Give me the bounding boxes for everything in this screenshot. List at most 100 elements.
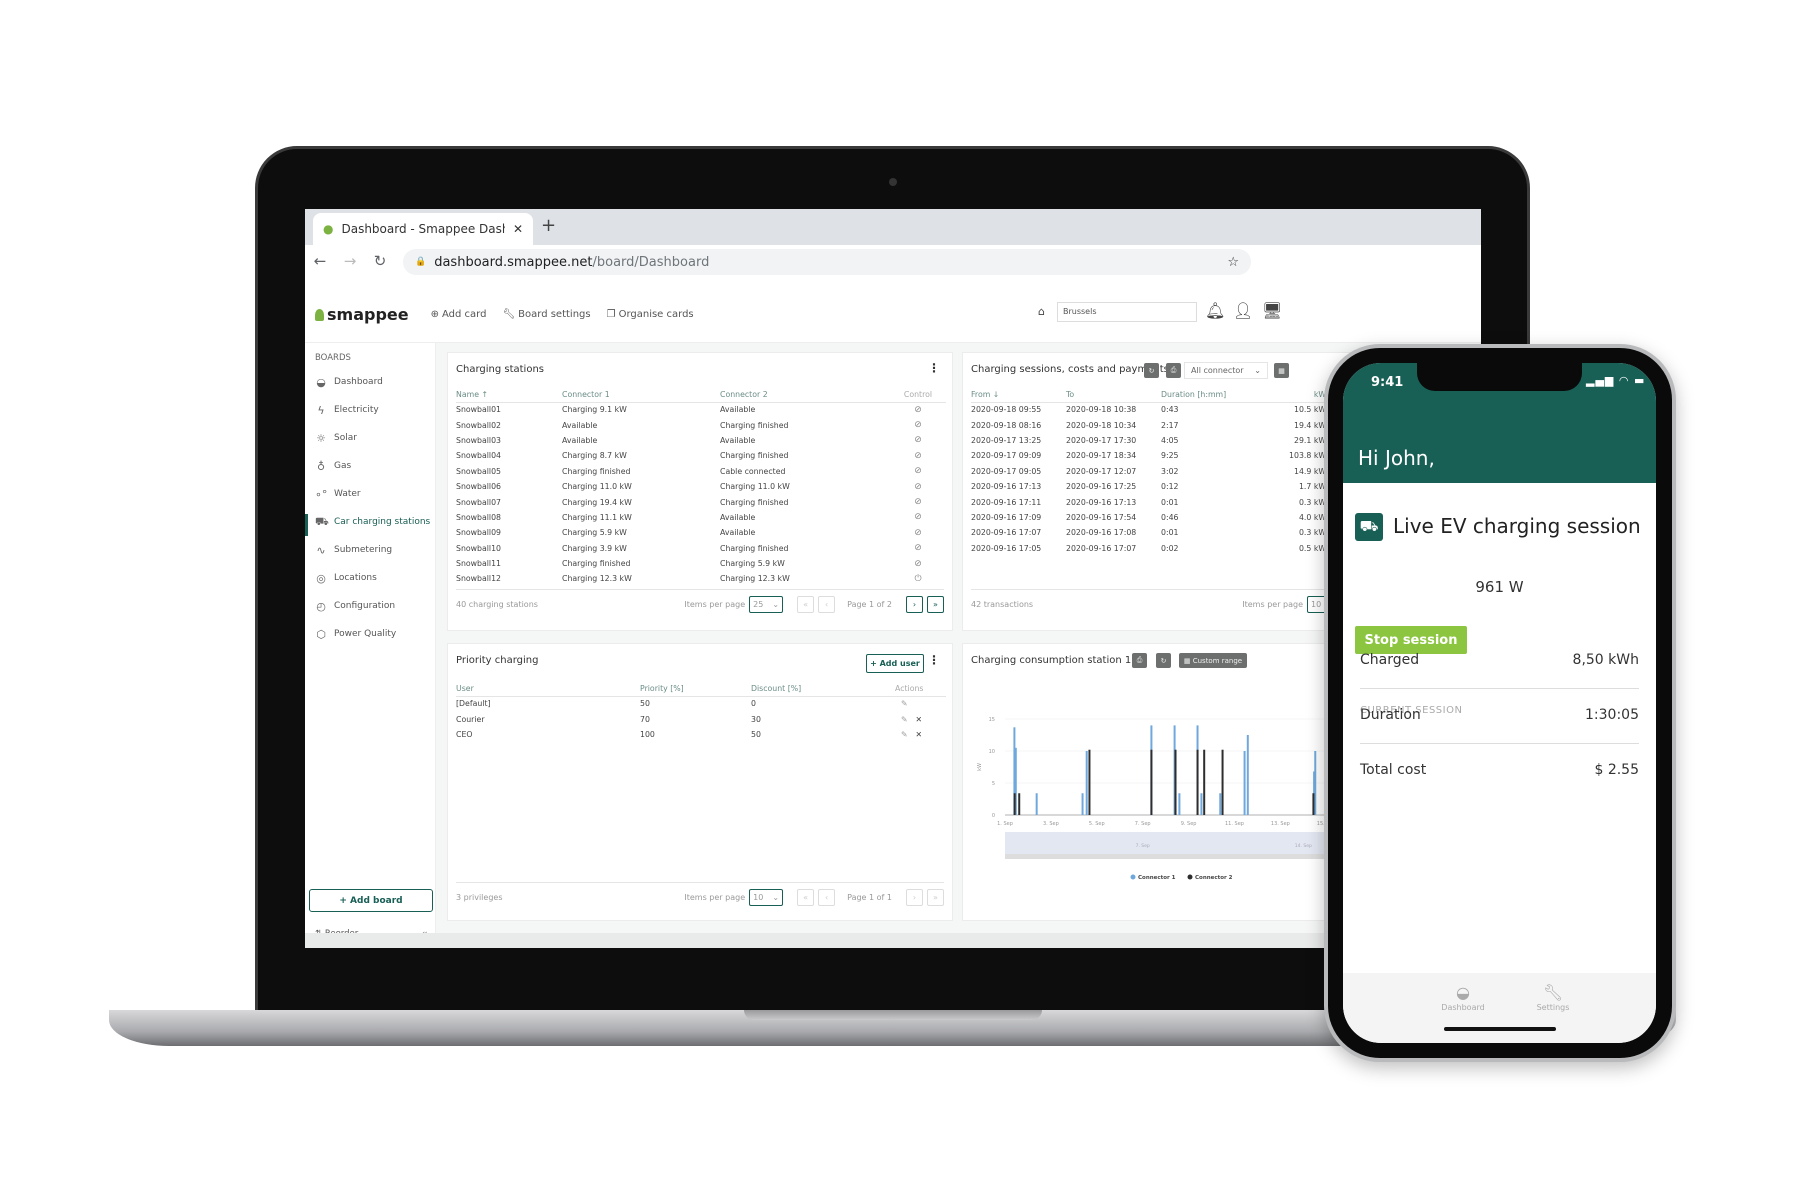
connector-2-bar xyxy=(1174,749,1177,815)
last-page-button[interactable]: » xyxy=(927,596,944,613)
table-row[interactable]: 2020-09-17 09:09 2020-09-17 18:34 9:25 103.… xyxy=(971,448,1331,463)
disabled-icon[interactable]: ⊘ xyxy=(890,525,946,540)
table-row[interactable]: Snowball04 Charging 8.7 kW Charging finish… xyxy=(456,448,946,463)
more-options-icon[interactable]: ⋮ xyxy=(928,361,940,375)
table-row[interactable]: Snowball10 Charging 3.9 kW Charging finish… xyxy=(456,541,946,556)
sidebar-item-locations[interactable]: ◎ Locations xyxy=(315,570,377,586)
sidebar-item-submetering[interactable]: ∿ Submetering xyxy=(315,542,392,558)
forward-icon[interactable]: → xyxy=(335,252,365,270)
prev-page-button[interactable]: ‹ xyxy=(818,889,836,906)
next-page-button[interactable]: › xyxy=(906,596,923,613)
refresh-icon[interactable]: ↻ xyxy=(1144,363,1159,378)
items-per-page-select[interactable]: 10 ⌄ xyxy=(749,889,784,906)
more-options-icon[interactable]: ⋮ xyxy=(928,653,940,667)
table-row[interactable]: Snowball09 Charging 5.9 kW Available ⊘ xyxy=(456,525,946,540)
connector-filter-select[interactable]: All connector ⌄ xyxy=(1184,362,1268,379)
smappee-logo[interactable]: smappee xyxy=(315,305,409,324)
board-settings-button[interactable]: 🔧︎ Board settings xyxy=(502,309,590,320)
location-select[interactable]: Brussels xyxy=(1057,302,1197,322)
priority-charging-card: Priority charging + Add user ⋮ User Prio… xyxy=(447,643,953,921)
edit-icon[interactable]: ✎ xyxy=(901,730,908,739)
table-row[interactable]: Snowball11 Charging finished Charging 5.9 … xyxy=(456,556,946,571)
sidebar-item-car-charging-stations[interactable]: ⛟ Car charging stations xyxy=(315,514,430,530)
table-row[interactable]: Snowball12 Charging 12.3 kW Charging 12.3 … xyxy=(456,571,946,586)
table-row[interactable]: Snowball07 Charging 19.4 kW Charging finis… xyxy=(456,494,946,509)
table-row[interactable]: 2020-09-16 17:09 2020-09-16 17:54 0:46 4.0 … xyxy=(971,510,1331,525)
location-pin-icon: ◎ xyxy=(316,571,326,585)
table-row[interactable]: Snowball06 Charging 11.0 kW Charging 11.0 … xyxy=(456,479,946,494)
sidebar-item-water[interactable]: ∘° Water xyxy=(315,486,361,502)
table-row[interactable]: 2020-09-18 09:55 2020-09-18 10:38 0:43 10.5… xyxy=(971,402,1331,417)
y-tick-label: 0 xyxy=(992,813,995,819)
table-row[interactable]: 2020-09-18 08:16 2020-09-18 10:34 2:17 19.4… xyxy=(971,417,1331,432)
first-page-button[interactable]: « xyxy=(797,596,815,613)
sidebar-item-electricity[interactable]: ϟ Electricity xyxy=(315,402,378,418)
disabled-icon[interactable]: ⊘ xyxy=(890,417,946,432)
table-row[interactable]: Snowball08 Charging 11.1 kW Available ⊘ xyxy=(456,510,946,525)
user-icon[interactable]: 👤︎ xyxy=(1233,301,1253,320)
disabled-icon[interactable]: ⊘ xyxy=(890,556,946,571)
disabled-icon[interactable]: ⊘ xyxy=(890,494,946,509)
prev-page-button[interactable]: ‹ xyxy=(818,596,836,613)
favicon-icon: ● xyxy=(323,222,334,236)
first-page-button[interactable]: « xyxy=(797,889,815,906)
tab-settings[interactable]: 🔧︎ Settings xyxy=(1518,983,1588,1012)
items-per-page-select[interactable]: 25 ⌄ xyxy=(749,596,784,613)
table-row[interactable]: 2020-09-16 17:07 2020-09-16 17:08 0:01 0.3 … xyxy=(971,525,1331,540)
table-row[interactable]: Snowball02 Available Charging finished ⊘ xyxy=(456,417,946,432)
table-row[interactable]: 2020-09-16 17:13 2020-09-16 17:25 0:12 1.7 … xyxy=(971,479,1331,494)
monitor-icon[interactable]: 🖥︎ xyxy=(1262,301,1282,320)
disabled-icon[interactable]: ⊘ xyxy=(890,464,946,479)
edit-icon[interactable]: ✎ xyxy=(901,699,908,708)
home-icon[interactable]: ⌂ xyxy=(1038,305,1045,318)
sidebar-item-dashboard[interactable]: ◒ Dashboard xyxy=(315,374,383,390)
disabled-icon[interactable]: ⊘ xyxy=(890,541,946,556)
calendar-icon[interactable]: ▦ xyxy=(1274,363,1289,378)
phone-screen: 9:41 ▂▄▆ ◠ ▬ Hi John, ⛟ Live EV charging… xyxy=(1343,363,1656,1043)
new-tab-icon[interactable]: + xyxy=(541,215,556,236)
add-board-button[interactable]: + Add board xyxy=(309,889,433,912)
delete-icon[interactable]: ✕ xyxy=(916,730,923,739)
disabled-icon[interactable]: ⊘ xyxy=(890,433,946,448)
column-header-name[interactable]: Name ↑ xyxy=(456,388,562,403)
sessions-table: From ↓ To Duration [h:mm] kWh 2020-09-18… xyxy=(971,388,1331,556)
next-page-button[interactable]: › xyxy=(906,889,923,906)
table-row[interactable]: Snowball05 Charging finished Cable connect… xyxy=(456,464,946,479)
disabled-icon[interactable]: ⊘ xyxy=(890,479,946,494)
column-header-discount: Discount [%] xyxy=(751,682,895,697)
export-icon[interactable]: ⎙ xyxy=(1166,363,1181,378)
table-row[interactable]: 2020-09-16 17:11 2020-09-16 17:13 0:01 0.3 … xyxy=(971,494,1331,509)
table-row[interactable]: 2020-09-16 17:05 2020-09-16 17:07 0:02 0.5 … xyxy=(971,541,1331,556)
connector-1-status: Charging 5.9 kW xyxy=(562,528,627,538)
sidebar-item-gas[interactable]: ♁ Gas xyxy=(315,458,351,474)
disabled-icon[interactable]: ⊘ xyxy=(890,448,946,463)
phone-notch xyxy=(1417,363,1582,391)
table-row[interactable]: 2020-09-17 09:05 2020-09-17 12:07 3:02 14.9… xyxy=(971,464,1331,479)
sidebar-item-solar[interactable]: ☼ Solar xyxy=(315,430,357,446)
close-tab-icon[interactable]: ✕ xyxy=(513,222,523,236)
table-row: Courier 70 30 ✎ ✕ xyxy=(456,711,946,726)
organise-cards-button[interactable]: ❐ Organise cards xyxy=(607,309,694,320)
browser-tab[interactable]: ● Dashboard - Smappee Dashbo ✕ xyxy=(313,213,533,245)
power-icon[interactable]: ⏻ xyxy=(890,571,946,586)
disabled-icon[interactable]: ⊘ xyxy=(890,402,946,417)
bookmark-star-icon[interactable]: ☆ xyxy=(1227,255,1239,270)
table-row[interactable]: Snowball01 Charging 9.1 kW Available ⊘ xyxy=(456,402,946,417)
sidebar-item-power-quality[interactable]: ⬡ Power Quality xyxy=(315,626,396,642)
delete-icon[interactable]: ✕ xyxy=(916,715,923,724)
column-header-kwh: kWh xyxy=(1271,388,1331,403)
back-icon[interactable]: ← xyxy=(305,252,335,270)
table-row[interactable]: 2020-09-17 13:25 2020-09-17 17:30 4:05 29.1… xyxy=(971,433,1331,448)
add-user-button[interactable]: + Add user xyxy=(866,654,924,673)
table-row[interactable]: Snowball03 Available Available ⊘ xyxy=(456,433,946,448)
notification-bell-icon[interactable]: 🔔︎ xyxy=(1205,301,1225,320)
address-bar[interactable]: 🔒 dashboard.smappee.net/board/Dashboard … xyxy=(403,249,1251,275)
disabled-icon[interactable]: ⊘ xyxy=(890,510,946,525)
column-header-from[interactable]: From ↓ xyxy=(971,388,1066,403)
tab-dashboard[interactable]: ◒ Dashboard xyxy=(1428,983,1498,1012)
reload-icon[interactable]: ↻ xyxy=(365,252,395,270)
add-card-button[interactable]: ⊕ Add card xyxy=(431,309,487,320)
edit-icon[interactable]: ✎ xyxy=(901,715,908,724)
last-page-button[interactable]: » xyxy=(927,889,944,906)
sidebar-item-configuration[interactable]: ◴ Configuration xyxy=(315,598,395,614)
